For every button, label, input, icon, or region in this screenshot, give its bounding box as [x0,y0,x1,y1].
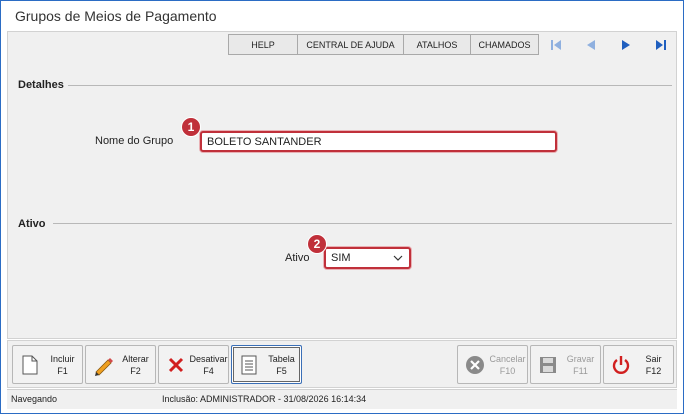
incluir-key: F1 [57,365,68,376]
gravar-key: F11 [573,365,588,376]
incluir-button[interactable]: Incluir F1 [12,345,83,384]
next-record-button[interactable] [608,34,643,55]
status-bar: Navegando Inclusão: ADMINISTRADOR - 31/0… [7,389,677,409]
atalhos-button[interactable]: ATALHOS [403,34,471,55]
desativar-key: F4 [203,365,214,376]
document-icon [22,355,38,374]
save-icon [540,356,556,373]
title-bar: Grupos de Meios de Pagamento [1,1,683,31]
x-icon [168,357,184,372]
step-marker-1: 1 [181,117,201,137]
power-icon [612,355,630,374]
ativo-label: Ativo [285,252,310,264]
gravar-label: Gravar [566,353,595,364]
sair-button[interactable]: Sair F12 [603,345,674,384]
ativo-select[interactable]: SIM [324,247,411,269]
alterar-key: F2 [130,365,141,376]
divider [68,85,672,86]
chevron-down-icon [393,255,403,261]
section-detalhes: Detalhes [18,79,64,91]
cancel-icon [466,355,484,374]
first-record-button[interactable] [538,34,573,55]
cancelar-label: Cancelar [489,353,526,364]
pencil-icon [95,357,113,376]
central-de-ajuda-button[interactable]: CENTRAL DE AJUDA [297,34,404,55]
incluir-label: Incluir [50,353,75,364]
section-ativo: Ativo [18,218,46,230]
tabela-key: F5 [276,365,287,376]
nome-do-grupo-input[interactable]: BOLETO SANTANDER [200,131,557,152]
window-title: Grupos de Meios de Pagamento [15,8,217,24]
chamados-button[interactable]: CHAMADOS [470,34,539,55]
window: Grupos de Meios de Pagamento HELP CENTRA… [0,0,684,414]
next-record-icon [621,39,630,50]
sair-label: Sair [645,353,662,364]
status-info: Inclusão: ADMINISTRADOR - 31/08/2026 16:… [162,394,367,404]
alterar-label: Alterar [122,353,149,364]
cancelar-button[interactable]: Cancelar F10 [457,345,528,384]
form-panel: HELP CENTRAL DE AJUDA ATALHOS CHAMADOS D… [7,31,677,339]
last-record-button[interactable] [643,34,678,55]
last-record-icon [655,39,666,50]
action-bar: Incluir F1 Alterar F2 Desativar F4 Tabela F5… [7,340,677,388]
cancelar-key: F10 [499,365,516,376]
tabela-button[interactable]: Tabela F5 [231,345,302,384]
desativar-label: Desativar [189,353,228,364]
nome-do-grupo-label: Nome do Grupo [95,135,174,147]
table-icon [241,355,257,374]
tabela-label: Tabela [268,353,295,364]
ativo-select-value: SIM [331,252,351,264]
gravar-button[interactable]: Gravar F11 [530,345,601,384]
help-button[interactable]: HELP [228,34,298,55]
divider [53,223,672,224]
previous-record-button[interactable] [573,34,608,55]
desativar-button[interactable]: Desativar F4 [158,345,229,384]
status-mode: Navegando [11,394,58,404]
sair-key: F12 [645,365,662,376]
previous-record-icon [586,39,595,50]
alterar-button[interactable]: Alterar F2 [85,345,156,384]
step-marker-2: 2 [307,234,327,254]
first-record-icon [550,39,561,50]
top-toolbar: HELP CENTRAL DE AJUDA ATALHOS CHAMADOS [228,34,678,55]
